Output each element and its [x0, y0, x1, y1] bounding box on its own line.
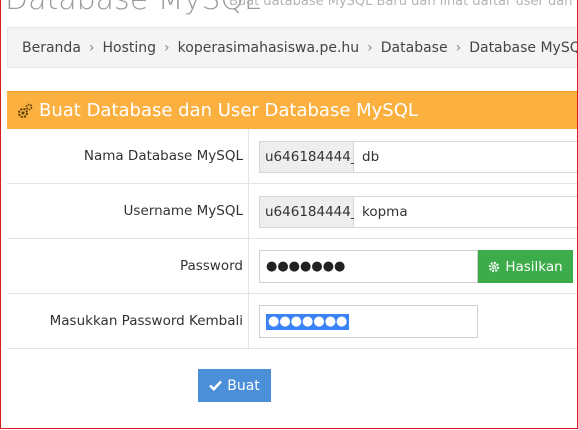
gear-icon [489, 261, 500, 272]
page-subtitle: Buat database MySQL Baru dan lihat dafta… [229, 0, 578, 9]
create-button[interactable]: Buat [198, 369, 271, 402]
generate-button-label: Hasilkan [505, 258, 563, 275]
username-label: Username MySQL [123, 203, 243, 219]
panel-header: Buat Database dan User Database MySQL [7, 91, 577, 129]
chevron-right-icon: › [164, 39, 170, 56]
divider [248, 239, 249, 293]
password-input[interactable]: ●●●●●●● [259, 250, 478, 283]
breadcrumb: Beranda › Hosting › koperasimahasiswa.pe… [7, 27, 578, 68]
form-row-db-name: Nama Database MySQL u646184444_ [7, 129, 577, 184]
chevron-right-icon: › [455, 39, 462, 56]
username-input[interactable] [354, 196, 577, 228]
form-row-password-confirm: Masukkan Password Kembali ●●●●●●● [7, 294, 577, 349]
create-button-label: Buat [227, 377, 260, 394]
password-value: ●●●●●●● [266, 259, 346, 274]
page-title: Database MySQL [5, 0, 261, 17]
breadcrumb-item-database[interactable]: Database [381, 40, 448, 56]
panel-title: Buat Database dan User Database MySQL [39, 100, 418, 121]
db-name-prefix: u646184444_ [259, 141, 358, 173]
db-name-label: Nama Database MySQL [83, 148, 243, 164]
form-row-password: Password ●●●●●●● Hasilkan [7, 239, 577, 294]
password-label: Password [179, 258, 243, 274]
gears-icon [18, 103, 33, 118]
window-frame: Database MySQL Buat database MySQL Baru … [0, 0, 578, 429]
divider [248, 294, 249, 348]
generate-password-button[interactable]: Hasilkan [478, 250, 573, 283]
password-confirm-label: Masukkan Password Kembali [49, 313, 243, 329]
divider [248, 129, 249, 183]
username-prefix: u646184444_ [259, 196, 358, 228]
password-confirm-value: ●●●●●●● [266, 313, 350, 330]
db-name-input[interactable] [354, 141, 577, 173]
divider [248, 184, 249, 238]
breadcrumb-item-domain[interactable]: koperasimahasiswa.pe.hu [178, 40, 360, 56]
password-confirm-input[interactable]: ●●●●●●● [259, 305, 478, 338]
breadcrumb-item-beranda[interactable]: Beranda [22, 40, 81, 56]
breadcrumb-item-database-mysql: Database MySQL [469, 39, 578, 56]
breadcrumb-item-hosting[interactable]: Hosting [103, 40, 157, 56]
form-row-username: Username MySQL u646184444_ [7, 184, 577, 239]
chevron-right-icon: › [367, 39, 373, 56]
chevron-right-icon: › [88, 39, 95, 56]
check-icon [209, 380, 223, 391]
